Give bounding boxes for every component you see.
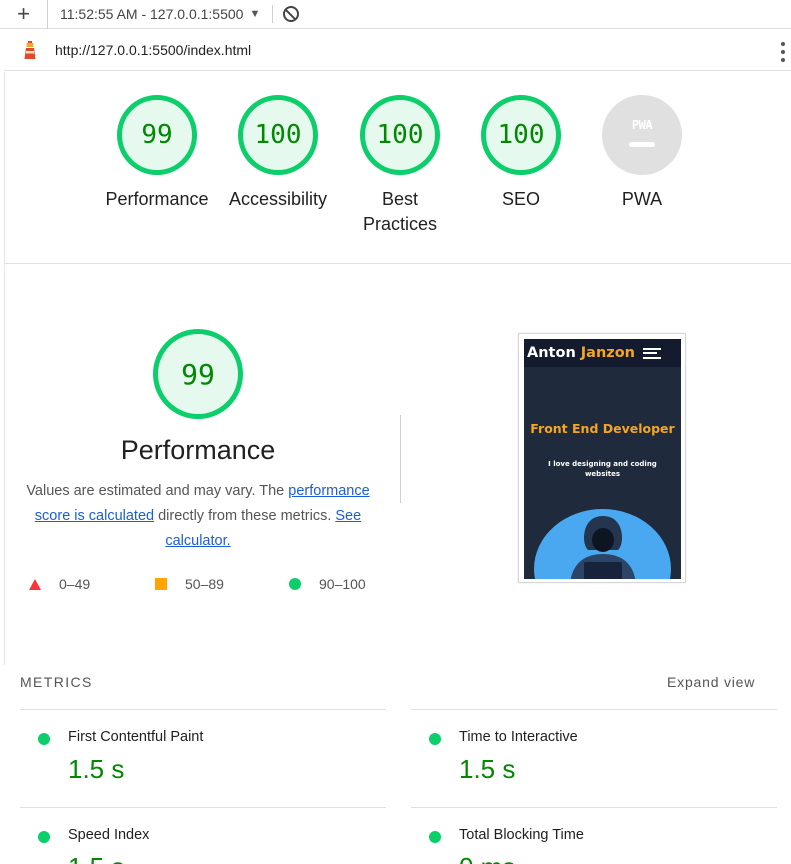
new-report-button[interactable]: + <box>0 0 48 29</box>
gauge-pwa[interactable]: PWA PWA <box>582 95 702 212</box>
legend-label: 0–49 <box>59 576 91 592</box>
legend-fail: 0–49 <box>29 576 90 592</box>
pass-circle-icon <box>38 831 50 843</box>
screenshot-navbar: Anton Janzon <box>524 339 681 367</box>
report-selector-label: 11:52:55 AM - 127.0.0.1:5500 <box>60 6 244 22</box>
pwa-dash-icon <box>629 141 655 147</box>
lighthouse-icon <box>20 40 40 60</box>
gauge-accessibility[interactable]: 100 Accessibility <box>218 95 338 212</box>
caret-down-icon: ▼ <box>249 8 261 20</box>
desc-text: Values are estimated and may vary. The <box>26 483 289 499</box>
metric-value: 0 ms <box>459 852 515 864</box>
legend-pass: 90–100 <box>289 576 366 592</box>
metric-total-blocking-time: Total Blocking Time 0 ms <box>411 807 777 864</box>
metrics-heading: METRICS <box>20 674 93 690</box>
expand-view-toggle[interactable]: Expand view <box>667 674 755 690</box>
metric-speed-index: Speed Index 1.5 s <box>20 807 386 864</box>
pass-circle-icon <box>429 831 441 843</box>
report-selector[interactable]: 11:52:55 AM - 127.0.0.1:5500 ▼ <box>60 6 260 22</box>
hamburger-icon <box>643 347 661 359</box>
brand-last-name: Janzon <box>580 345 635 361</box>
performance-description: Values are estimated and may vary. The p… <box>15 479 381 554</box>
desc-text: directly from these metrics. <box>154 508 336 524</box>
pass-circle-icon <box>429 733 441 745</box>
gauge-label: Accessibility <box>228 189 328 209</box>
pass-circle-icon <box>38 733 50 745</box>
metric-value: 1.5 s <box>68 852 124 864</box>
more-options-icon[interactable] <box>781 42 785 62</box>
circle-icon <box>289 578 301 590</box>
devtools-toolbar: + 11:52:55 AM - 127.0.0.1:5500 ▼ <box>0 0 791 29</box>
metric-value: 1.5 s <box>459 754 516 784</box>
gauge-label: Best Practices <box>362 189 438 234</box>
metric-time-to-interactive: Time to Interactive 1.5 s <box>411 709 777 807</box>
clear-block-icon[interactable] <box>283 6 300 22</box>
screenshot-headline: Front End Developer <box>530 421 675 436</box>
section-divider <box>400 415 401 503</box>
screenshot-subtitle: I love designing and coding websites <box>548 460 657 478</box>
performance-score: 99 <box>153 329 243 419</box>
metric-name: Total Blocking Time <box>459 827 584 843</box>
legend-average: 50–89 <box>155 576 224 592</box>
brand-first-name: Anton <box>527 345 576 361</box>
report-url[interactable]: http://127.0.0.1:5500/index.html <box>55 42 251 58</box>
triangle-icon <box>29 578 41 590</box>
metric-name: First Contentful Paint <box>68 729 204 745</box>
score-gauges: 99 Performance 100 Accessibility 100 Bes… <box>4 72 791 264</box>
performance-section: 99 Performance Values are estimated and … <box>4 265 791 665</box>
legend-label: 50–89 <box>185 576 224 592</box>
hacker-illustration-icon <box>570 516 636 579</box>
report-url-bar: http://127.0.0.1:5500/index.html <box>4 30 791 71</box>
pwa-badge-text: PWA <box>631 117 653 132</box>
toolbar-divider <box>272 5 274 23</box>
metric-first-contentful-paint: First Contentful Paint 1.5 s <box>20 709 386 807</box>
gauge-score: 99 <box>117 95 197 175</box>
gauge-best-practices[interactable]: 100 Best Practices <box>340 95 460 237</box>
square-icon <box>155 578 167 590</box>
metric-value: 1.5 s <box>68 754 125 784</box>
performance-title: Performance <box>120 435 276 465</box>
gauge-score: 100 <box>238 95 318 175</box>
metric-name: Time to Interactive <box>459 729 578 745</box>
legend-label: 90–100 <box>319 576 366 592</box>
pwa-badge: PWA <box>602 95 682 175</box>
screenshot-page: Anton Janzon Front End Developer I love … <box>524 339 681 579</box>
gauge-label: Performance <box>105 189 209 209</box>
gauge-score: 100 <box>481 95 561 175</box>
gauge-score: 100 <box>360 95 440 175</box>
gauge-label: SEO <box>501 189 540 209</box>
gauge-performance[interactable]: 99 Performance <box>97 95 217 212</box>
final-screenshot[interactable]: Anton Janzon Front End Developer I love … <box>518 333 686 583</box>
gauge-label: PWA <box>621 189 663 209</box>
metric-name: Speed Index <box>68 827 150 843</box>
gauge-seo[interactable]: 100 SEO <box>461 95 581 212</box>
